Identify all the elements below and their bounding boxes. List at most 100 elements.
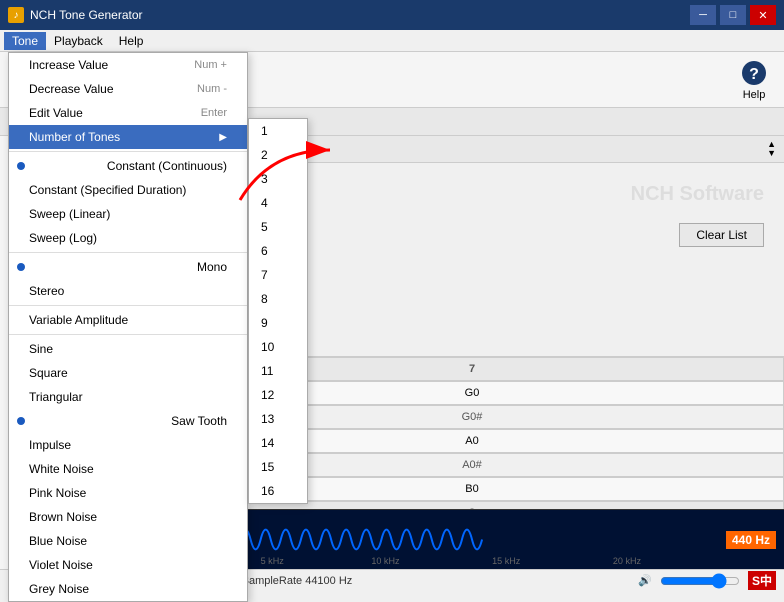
menu-grey-noise[interactable]: Grey Noise bbox=[9, 577, 247, 601]
submenu-item-4[interactable]: 4 bbox=[249, 191, 307, 215]
submenu-item-7[interactable]: 7 bbox=[249, 263, 307, 287]
submenu-item-1[interactable]: 1 bbox=[249, 119, 307, 143]
saw-tooth-dot bbox=[17, 417, 25, 425]
constant-continuous-label: Constant (Continuous) bbox=[107, 159, 227, 173]
title-bar-controls[interactable]: ─ □ ✕ bbox=[690, 5, 776, 25]
menu-edit-value[interactable]: Edit Value Enter bbox=[9, 101, 247, 125]
maximize-button[interactable]: □ bbox=[720, 5, 746, 25]
number-of-tones-label: Number of Tones bbox=[29, 130, 120, 144]
volume-slider[interactable] bbox=[660, 573, 740, 589]
svg-text:10 kHz: 10 kHz bbox=[371, 556, 400, 566]
title-bar: ♪ NCH Tone Generator ─ □ ✕ bbox=[0, 0, 784, 30]
violet-noise-label: Violet Noise bbox=[29, 558, 93, 572]
brown-noise-label: Brown Noise bbox=[29, 510, 97, 524]
submenu-item-15[interactable]: 15 bbox=[249, 455, 307, 479]
menu-sep-2 bbox=[9, 252, 247, 253]
menu-blue-noise[interactable]: Blue Noise bbox=[9, 529, 247, 553]
grey-noise-label: Grey Noise bbox=[29, 582, 89, 596]
pink-noise-label: Pink Noise bbox=[29, 486, 86, 500]
menu-impulse[interactable]: Impulse bbox=[9, 433, 247, 457]
spectrum-area: 1 kHz 5 kHz 10 kHz 15 kHz 20 kHz 440 Hz bbox=[160, 509, 784, 569]
decrease-value-shortcut: Num - bbox=[197, 83, 227, 95]
freq-badge: 440 Hz bbox=[726, 531, 776, 549]
scroll-arrows[interactable]: ▲▼ bbox=[767, 140, 776, 158]
sweep-linear-label: Sweep (Linear) bbox=[29, 207, 110, 221]
submenu-item-13[interactable]: 13 bbox=[249, 407, 307, 431]
white-noise-label: White Noise bbox=[29, 462, 94, 476]
menu-sine[interactable]: Sine bbox=[9, 337, 247, 361]
menu-violet-noise[interactable]: Violet Noise bbox=[9, 553, 247, 577]
menu-help[interactable]: Help bbox=[111, 32, 152, 50]
menu-brown-noise[interactable]: Brown Noise bbox=[9, 505, 247, 529]
mono-label: Mono bbox=[197, 260, 227, 274]
edit-value-label: Edit Value bbox=[29, 106, 83, 120]
triangular-label: Triangular bbox=[29, 390, 83, 404]
number-of-tones-submenu: 1 2 3 4 5 6 7 8 9 10 11 12 13 14 15 16 bbox=[248, 118, 308, 504]
nch-watermark: NCH Software bbox=[631, 183, 764, 206]
menu-saw-tooth[interactable]: Saw Tooth bbox=[9, 409, 247, 433]
menu-sep-3 bbox=[9, 305, 247, 306]
edit-value-shortcut: Enter bbox=[201, 107, 227, 119]
menu-tone[interactable]: Tone bbox=[4, 32, 46, 50]
menu-constant-continuous[interactable]: Constant (Continuous) bbox=[9, 154, 247, 178]
help-label: Help bbox=[743, 89, 766, 101]
menu-sep-1 bbox=[9, 151, 247, 152]
help-icon: ? bbox=[740, 59, 768, 87]
submenu-item-2[interactable]: 2 bbox=[249, 143, 307, 167]
spectrum-chart: 1 kHz 5 kHz 10 kHz 15 kHz 20 kHz bbox=[160, 510, 784, 569]
menu-pink-noise[interactable]: Pink Noise bbox=[9, 481, 247, 505]
clear-list-button[interactable]: Clear List bbox=[679, 223, 764, 247]
menu-increase-value[interactable]: Increase Value Num + bbox=[9, 53, 247, 77]
menu-sep-4 bbox=[9, 334, 247, 335]
speaker-icon: 🔊 bbox=[638, 574, 652, 587]
sweep-log-label: Sweep (Log) bbox=[29, 231, 97, 245]
submenu-item-6[interactable]: 6 bbox=[249, 239, 307, 263]
menu-stereo[interactable]: Stereo bbox=[9, 279, 247, 303]
blue-noise-label: Blue Noise bbox=[29, 534, 87, 548]
menu-triangular[interactable]: Triangular bbox=[9, 385, 247, 409]
menu-sweep-log[interactable]: Sweep (Log) bbox=[9, 226, 247, 250]
submenu-item-3[interactable]: 3 bbox=[249, 167, 307, 191]
square-label: Square bbox=[29, 366, 68, 380]
svg-text:?: ? bbox=[749, 66, 759, 83]
menu-square[interactable]: Square bbox=[9, 361, 247, 385]
variable-amplitude-label: Variable Amplitude bbox=[29, 313, 128, 327]
svg-text:20 kHz: 20 kHz bbox=[613, 556, 642, 566]
saw-tooth-label: Saw Tooth bbox=[171, 414, 227, 428]
minimize-button[interactable]: ─ bbox=[690, 5, 716, 25]
app-icon: ♪ bbox=[8, 7, 24, 23]
menu-playback[interactable]: Playback bbox=[46, 32, 111, 50]
number-of-tones-arrow: ▶ bbox=[219, 132, 227, 143]
constant-specified-label: Constant (Specified Duration) bbox=[29, 183, 186, 197]
menu-white-noise[interactable]: White Noise bbox=[9, 457, 247, 481]
submenu-item-9[interactable]: 9 bbox=[249, 311, 307, 335]
svg-text:15 kHz: 15 kHz bbox=[492, 556, 521, 566]
increase-value-label: Increase Value bbox=[29, 58, 108, 72]
menu-constant-specified[interactable]: Constant (Specified Duration) bbox=[9, 178, 247, 202]
logo-badge: S中 bbox=[748, 571, 776, 590]
menu-variable-amplitude[interactable]: Variable Amplitude bbox=[9, 308, 247, 332]
submenu-item-10[interactable]: 10 bbox=[249, 335, 307, 359]
menu-bar: Tone Playback Help bbox=[0, 30, 784, 52]
impulse-label: Impulse bbox=[29, 438, 71, 452]
close-button[interactable]: ✕ bbox=[750, 5, 776, 25]
submenu-item-11[interactable]: 11 bbox=[249, 359, 307, 383]
menu-sweep-linear[interactable]: Sweep (Linear) bbox=[9, 202, 247, 226]
submenu-item-16[interactable]: 16 bbox=[249, 479, 307, 503]
tone-menu-popup: Increase Value Num + Decrease Value Num … bbox=[8, 52, 248, 602]
title-bar-left: ♪ NCH Tone Generator bbox=[8, 7, 143, 23]
help-button[interactable]: ? Help bbox=[732, 55, 776, 105]
sample-rate-label: SampleRate 44100 Hz bbox=[242, 575, 353, 587]
sine-label: Sine bbox=[29, 342, 53, 356]
constant-continuous-dot bbox=[17, 162, 25, 170]
menu-number-of-tones[interactable]: Number of Tones ▶ bbox=[9, 125, 247, 149]
menu-decrease-value[interactable]: Decrease Value Num - bbox=[9, 77, 247, 101]
submenu-item-5[interactable]: 5 bbox=[249, 215, 307, 239]
decrease-value-label: Decrease Value bbox=[29, 82, 114, 96]
stereo-label: Stereo bbox=[29, 284, 64, 298]
submenu-item-14[interactable]: 14 bbox=[249, 431, 307, 455]
title-bar-title: NCH Tone Generator bbox=[30, 8, 143, 22]
submenu-item-8[interactable]: 8 bbox=[249, 287, 307, 311]
submenu-item-12[interactable]: 12 bbox=[249, 383, 307, 407]
menu-mono[interactable]: Mono bbox=[9, 255, 247, 279]
